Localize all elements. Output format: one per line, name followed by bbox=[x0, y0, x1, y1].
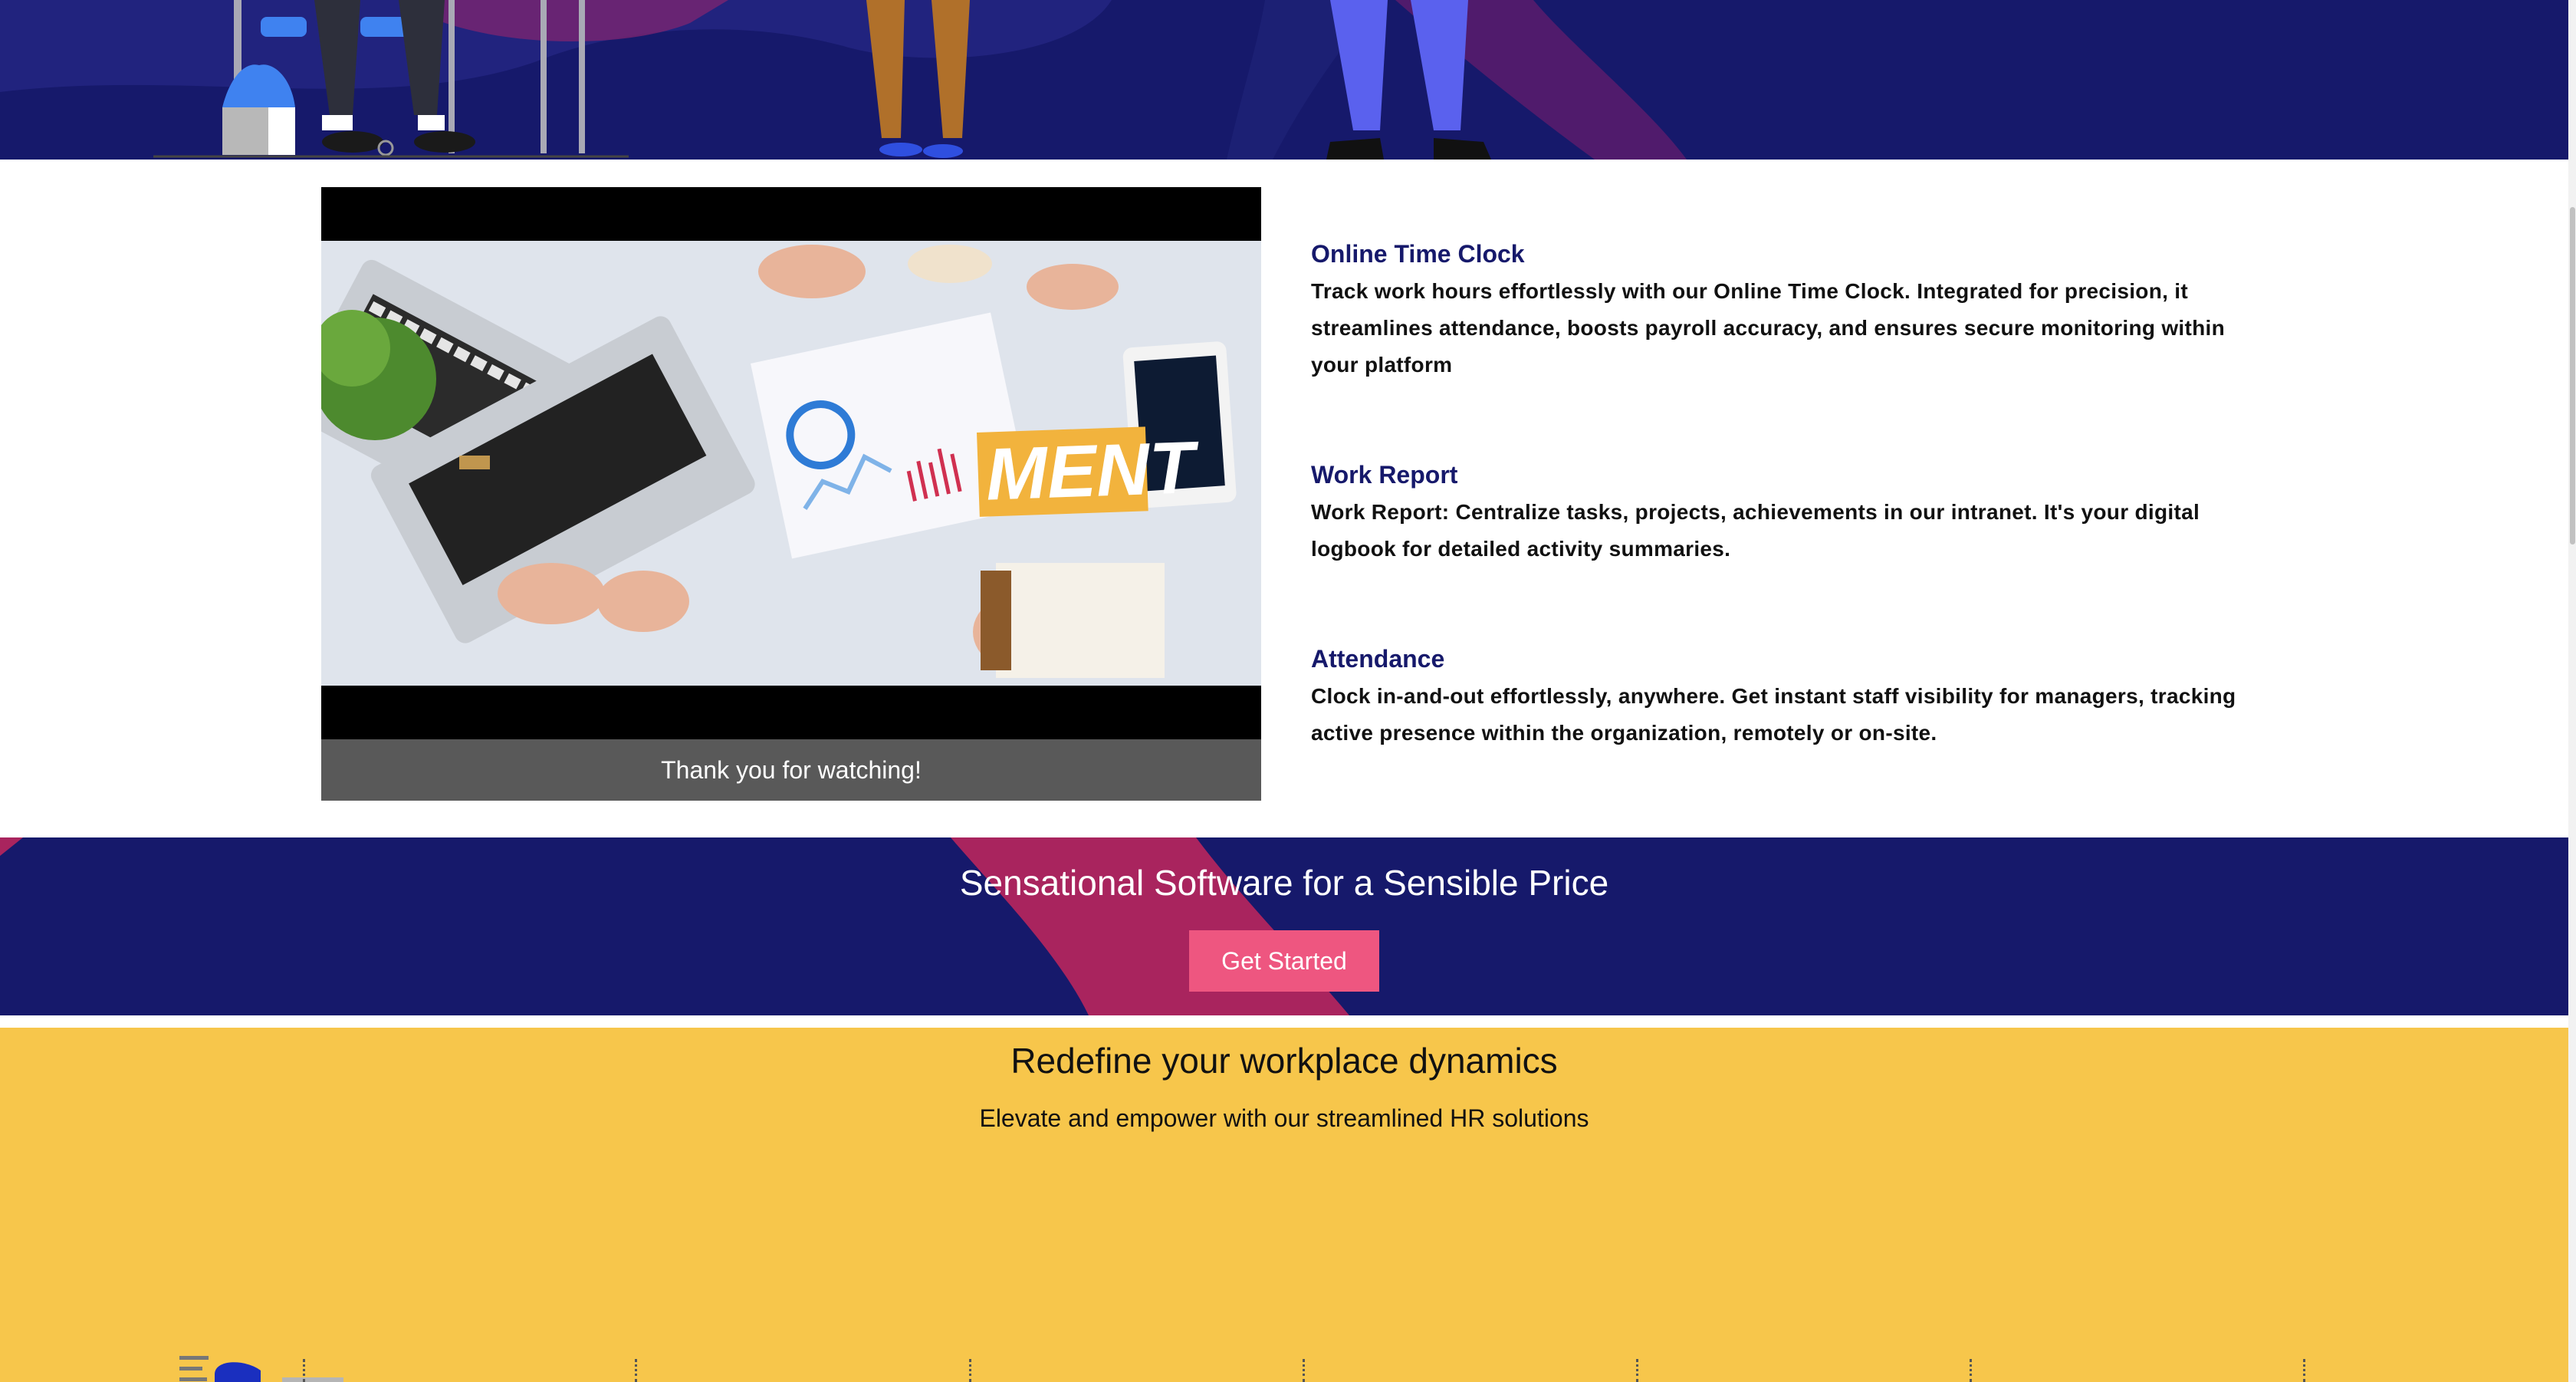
feature-line: active presence within the organization,… bbox=[1311, 721, 1937, 745]
feature-online-time-clock: Online Time Clock Track work hours effor… bbox=[1311, 238, 2254, 383]
video-thumbnail-image: MENT bbox=[321, 241, 1261, 686]
timeline-marker bbox=[1636, 1359, 1641, 1382]
cta-title: Sensational Software for a Sensible Pric… bbox=[959, 863, 1609, 903]
feature-description: Clock in-and-out effortlessly, anywhere.… bbox=[1311, 678, 2254, 752]
feature-title: Online Time Clock bbox=[1311, 240, 1525, 268]
feature-description: Work Report: Centralize tasks, projects,… bbox=[1311, 494, 2254, 568]
feature-line: your platform bbox=[1311, 353, 1453, 377]
feature-work-report: Work Report Work Report: Centralize task… bbox=[1311, 459, 2254, 568]
feature-line: streamlines attendance, boosts payroll a… bbox=[1311, 316, 2225, 340]
video-caption: Thank you for watching! bbox=[321, 739, 1261, 801]
timeline-marker bbox=[969, 1359, 974, 1382]
timeline-marker bbox=[635, 1359, 639, 1382]
dynamics-section: Redefine your workplace dynamics Elevate… bbox=[0, 1028, 2568, 1382]
feature-line: Track work hours effortlessly with our O… bbox=[1311, 279, 2188, 303]
video-frame[interactable]: MENT bbox=[321, 241, 1261, 686]
section-subtitle: Elevate and empower with our streamlined… bbox=[979, 1104, 1589, 1132]
feature-title: Attendance bbox=[1311, 645, 1445, 673]
get-started-button[interactable]: Get Started bbox=[1189, 930, 1379, 992]
timeline-marker bbox=[303, 1359, 307, 1382]
feature-title: Work Report bbox=[1311, 461, 1458, 489]
timeline-marker bbox=[1303, 1359, 1307, 1382]
video-player[interactable]: MENT Thank you for watching! bbox=[321, 187, 1261, 801]
section-title: Redefine your workplace dynamics bbox=[1010, 1041, 1558, 1081]
feature-description: Track work hours effortlessly with our O… bbox=[1311, 273, 2254, 383]
hero-illustration bbox=[0, 0, 1687, 160]
scrollbar-thumb[interactable] bbox=[2570, 207, 2575, 545]
timeline-marker bbox=[2303, 1359, 2308, 1382]
feature-attendance: Attendance Clock in-and-out effortlessly… bbox=[1311, 643, 2254, 752]
cta-banner: Sensational Software for a Sensible Pric… bbox=[0, 837, 2568, 1015]
feature-line: Clock in-and-out effortlessly, anywhere.… bbox=[1311, 684, 2236, 708]
timeline-marker bbox=[1970, 1359, 1974, 1382]
hero-illustration-strip bbox=[0, 0, 2568, 160]
video-overlay-text: MENT bbox=[984, 426, 1201, 516]
feature-line: logbook for detailed activity summaries. bbox=[1311, 537, 1731, 561]
megaphone-icon bbox=[179, 1356, 343, 1382]
feature-line: Work Report: Centralize tasks, projects,… bbox=[1311, 500, 2200, 524]
page-scrollbar[interactable] bbox=[2568, 0, 2576, 1382]
